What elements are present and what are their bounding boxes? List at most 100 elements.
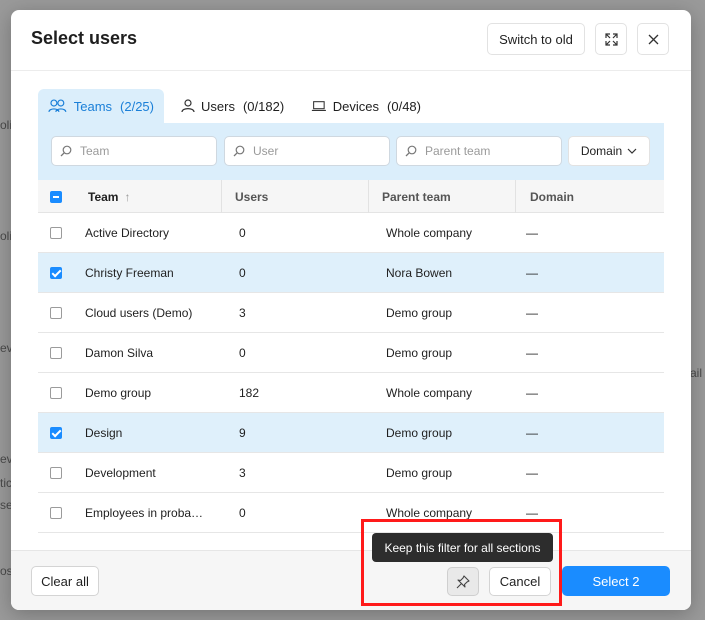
cell-team: Development	[85, 466, 156, 480]
switch-to-old-button[interactable]: Switch to old	[487, 23, 585, 55]
select-button[interactable]: Select 2	[562, 566, 670, 596]
column-divider	[368, 180, 369, 213]
tab-devices[interactable]: Devices (0/48)	[301, 89, 431, 123]
pin-tooltip: Keep this filter for all sections	[372, 533, 553, 562]
parent-team-filter-input[interactable]: Parent team	[396, 136, 562, 166]
column-header-parent-team[interactable]: Parent team	[382, 180, 451, 213]
cell-parent-team: Whole company	[386, 386, 473, 400]
cancel-button[interactable]: Cancel	[489, 567, 551, 596]
table-row[interactable]: Demo group 182 Whole company —	[38, 373, 664, 413]
row-checkbox[interactable]	[50, 467, 62, 479]
cell-users: 0	[239, 226, 246, 240]
search-icon	[60, 145, 72, 157]
row-checkbox[interactable]	[50, 387, 62, 399]
column-header-users[interactable]: Users	[235, 180, 268, 213]
select-all-checkbox[interactable]	[50, 191, 62, 203]
pin-filter-button[interactable]	[447, 567, 479, 596]
dialog-header: Select users Switch to old	[11, 10, 691, 70]
cell-team: Design	[85, 426, 123, 440]
search-icon	[405, 145, 417, 157]
row-checkbox[interactable]	[50, 427, 62, 439]
cell-users: 182	[239, 386, 260, 400]
user-filter-input[interactable]: User	[224, 136, 390, 166]
laptop-icon	[311, 100, 326, 111]
close-icon	[648, 34, 658, 44]
column-divider	[221, 180, 222, 213]
column-header-team[interactable]: Team ↑	[88, 180, 130, 213]
tab-teams-label: Teams	[73, 98, 113, 114]
cell-domain: —	[526, 426, 538, 440]
clear-all-button[interactable]: Clear all	[31, 566, 99, 596]
cell-users: 3	[239, 466, 246, 480]
teams-icon	[48, 99, 67, 113]
cell-users: 0	[239, 506, 246, 520]
cell-team: Damon Silva	[85, 346, 154, 360]
select-users-dialog: Select users Switch to old Teams (2/25)	[11, 10, 691, 610]
cell-parent-team: Demo group	[386, 306, 453, 320]
cell-domain: —	[526, 346, 538, 360]
cell-domain: —	[526, 466, 538, 480]
tab-users-count: (0/182)	[242, 98, 285, 114]
table-row[interactable]: Active Directory 0 Whole company —	[38, 213, 664, 253]
table-row[interactable]: Cloud users (Demo) 3 Demo group —	[38, 293, 664, 333]
tab-devices-count: (0/48)	[387, 98, 421, 114]
tab-teams-count: (2/25)	[120, 98, 154, 114]
domain-filter-dropdown[interactable]: Domain	[568, 136, 650, 166]
cell-users: 0	[239, 346, 246, 360]
cell-parent-team: Nora Bowen	[386, 266, 453, 280]
header-divider	[11, 70, 691, 71]
cell-team: Demo group	[85, 386, 152, 400]
cell-parent-team: Demo group	[386, 426, 453, 440]
tab-users[interactable]: Users (0/182)	[171, 89, 297, 123]
column-header-team-label: Team	[88, 189, 119, 204]
table-row[interactable]: Damon Silva 0 Demo group —	[38, 333, 664, 373]
column-divider	[515, 180, 516, 213]
cell-domain: —	[526, 226, 538, 240]
expand-button[interactable]	[595, 23, 627, 55]
table-row[interactable]: Christy Freeman 0 Nora Bowen —	[38, 253, 664, 293]
table-row[interactable]: Design 9 Demo group —	[38, 413, 664, 453]
parent-team-filter-placeholder: Parent team	[425, 144, 491, 158]
cell-parent-team: Whole company	[386, 226, 473, 240]
bg-fragment: ail	[690, 366, 703, 380]
column-header-domain[interactable]: Domain	[530, 180, 574, 213]
table-header: Team ↑ Users Parent team Domain	[38, 180, 664, 213]
cell-parent-team: Demo group	[386, 466, 453, 480]
dialog-footer: Clear all Cancel Select 2	[11, 551, 691, 610]
dialog-title: Select users	[31, 28, 138, 48]
table-row[interactable]: Employees in proba… 0 Whole company —	[38, 493, 664, 533]
cell-users: 3	[239, 306, 246, 320]
search-icon	[233, 145, 245, 157]
row-checkbox[interactable]	[50, 347, 62, 359]
table-row[interactable]: Development 3 Demo group —	[38, 453, 664, 493]
user-icon	[181, 99, 195, 113]
cell-domain: —	[526, 306, 538, 320]
cell-users: 0	[239, 266, 246, 280]
cell-domain: —	[526, 506, 538, 520]
pin-icon	[456, 574, 470, 588]
cell-parent-team: Whole company	[386, 506, 473, 520]
domain-filter-label: Domain	[580, 144, 623, 158]
expand-icon	[604, 32, 618, 46]
row-checkbox[interactable]	[50, 307, 62, 319]
cell-team: Active Directory	[85, 226, 170, 240]
cell-team: Cloud users (Demo)	[85, 306, 193, 320]
tab-teams[interactable]: Teams (2/25)	[38, 89, 164, 123]
cell-team: Employees in proba…	[85, 506, 204, 520]
team-filter-input[interactable]: Team	[51, 136, 217, 166]
filter-bar: Team User Parent team Domain	[38, 123, 664, 180]
sort-arrow-icon: ↑	[124, 189, 131, 204]
cell-team: Christy Freeman	[85, 266, 174, 280]
row-checkbox[interactable]	[50, 267, 62, 279]
tab-devices-label: Devices	[332, 98, 380, 114]
close-button[interactable]	[637, 23, 669, 55]
cell-domain: —	[526, 266, 538, 280]
cell-domain: —	[526, 386, 538, 400]
user-filter-placeholder: User	[253, 144, 279, 158]
tab-users-label: Users	[201, 98, 235, 114]
row-checkbox[interactable]	[50, 227, 62, 239]
chevron-down-icon	[627, 148, 637, 154]
cell-parent-team: Demo group	[386, 346, 453, 360]
row-checkbox[interactable]	[50, 507, 62, 519]
cell-users: 9	[239, 426, 246, 440]
